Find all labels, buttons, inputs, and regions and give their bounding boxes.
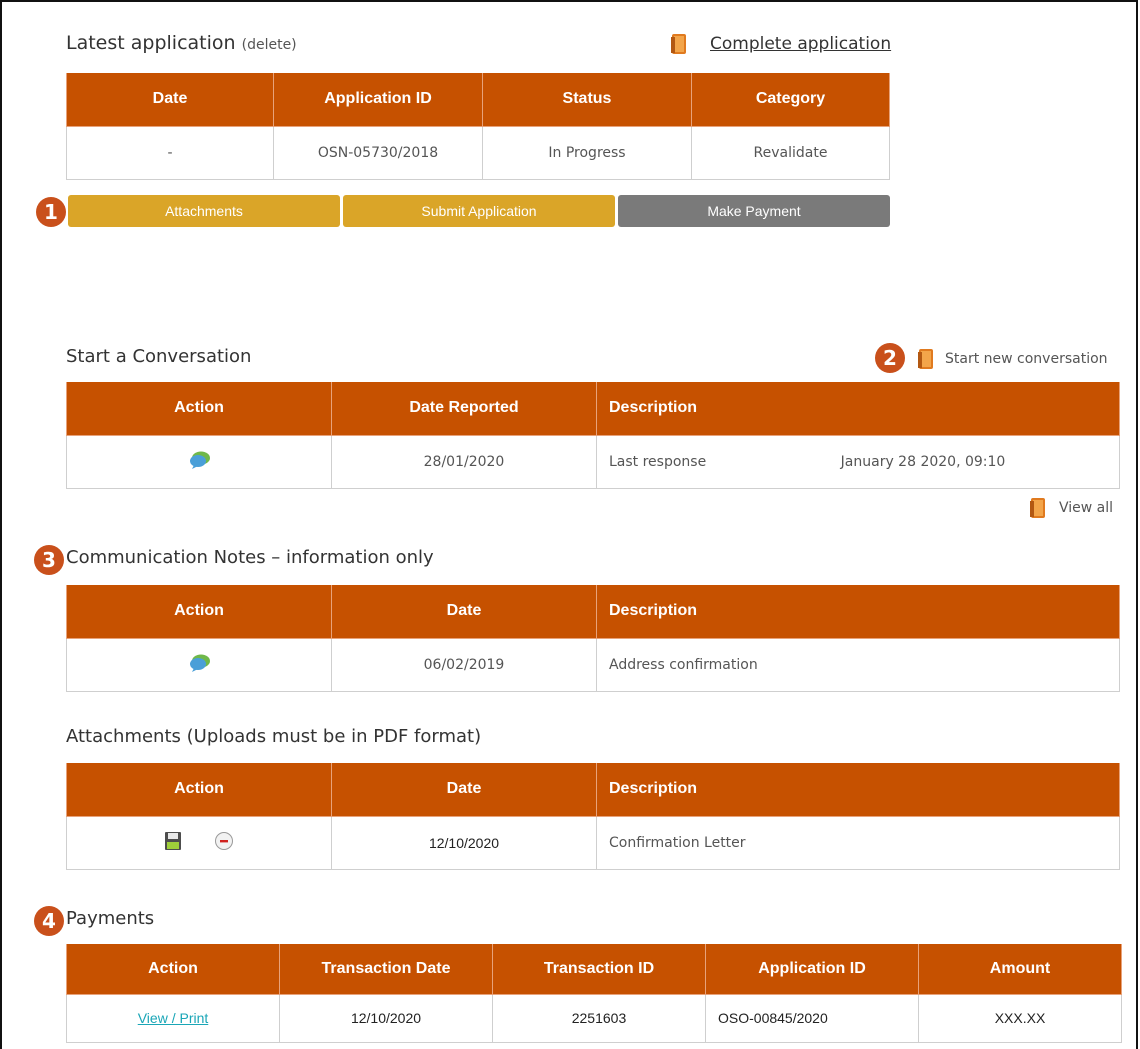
start-new-conversation-link[interactable]: Start new conversation	[945, 351, 1108, 367]
cell-application-id: OSO-00845/2020	[705, 993, 919, 1043]
cell-transaction-id: 2251603	[492, 993, 706, 1043]
cell-application-id: OSN-05730/2018	[273, 125, 483, 180]
table-row: View / Print 12/10/2020 2251603 OSO-0084…	[66, 993, 1122, 1043]
document-icon	[1029, 497, 1047, 519]
submit-application-button[interactable]: Submit Application	[343, 195, 615, 227]
complete-application-link[interactable]: Complete application	[710, 34, 891, 54]
header-date: Date	[66, 73, 274, 127]
cell-description: Last response January 28 2020, 09:10	[596, 434, 1120, 489]
cell-description: Address confirmation	[596, 637, 1120, 692]
header-application-id: Application ID	[273, 73, 483, 127]
action-cell: View / Print	[66, 993, 280, 1043]
conversation-title: Start a Conversation	[66, 346, 252, 367]
cell-date: -	[66, 125, 274, 180]
header-action: Action	[66, 944, 280, 995]
header-date: Date	[331, 763, 597, 817]
make-payment-button[interactable]: Make Payment	[618, 195, 890, 227]
remove-icon[interactable]	[214, 831, 234, 855]
header-application-id: Application ID	[705, 944, 919, 995]
document-icon	[670, 33, 688, 55]
start-conversation-link-group[interactable]: Start new conversation	[917, 348, 1108, 370]
view-all-link-group[interactable]: View all	[1029, 497, 1113, 519]
attachments-button[interactable]: Attachments	[68, 195, 340, 227]
communication-notes-table: Action Date Description 06/02/2019 Addre…	[66, 585, 1120, 692]
save-icon[interactable]	[164, 831, 182, 855]
cell-transaction-date: 12/10/2020	[279, 993, 493, 1043]
latest-application-table: Date Application ID Status Category - OS…	[66, 73, 890, 180]
complete-application-link-group[interactable]: Complete application	[670, 33, 891, 55]
action-cell	[66, 637, 332, 692]
action-cell	[66, 815, 332, 870]
table-row: 06/02/2019 Address confirmation	[66, 637, 1120, 692]
header-amount: Amount	[918, 944, 1122, 995]
header-status: Status	[482, 73, 692, 127]
header-description: Description	[596, 763, 1120, 817]
header-action: Action	[66, 382, 332, 436]
callout-badge-2: 2	[875, 343, 905, 373]
callout-badge-3: 3	[34, 545, 64, 575]
attachments-title: Attachments (Uploads must be in PDF form…	[66, 726, 482, 747]
cell-date-reported: 28/01/2020	[331, 434, 597, 489]
cell-date: 12/10/2020	[331, 815, 597, 870]
action-cell	[66, 434, 332, 489]
cell-category: Revalidate	[691, 125, 890, 180]
header-description: Description	[596, 585, 1120, 639]
latest-application-title: Latest application (delete)	[66, 32, 297, 54]
callout-badge-4: 4	[34, 906, 64, 936]
cell-description: Confirmation Letter	[596, 815, 1120, 870]
header-action: Action	[66, 585, 332, 639]
header-category: Category	[691, 73, 890, 127]
header-action: Action	[66, 763, 332, 817]
view-all-link[interactable]: View all	[1059, 500, 1113, 516]
callout-badge-1: 1	[36, 197, 66, 227]
chat-bubble-icon[interactable]	[189, 653, 210, 672]
cell-status: In Progress	[482, 125, 692, 180]
header-date-reported: Date Reported	[331, 382, 597, 436]
payments-table: Action Transaction Date Transaction ID A…	[66, 944, 1122, 1043]
chat-bubble-icon[interactable]	[189, 450, 210, 469]
latest-title-text: Latest application	[66, 32, 236, 54]
description-text: Last response	[609, 453, 707, 470]
last-response-time: January 28 2020, 09:10	[840, 453, 1006, 470]
table-row: 28/01/2020 Last response January 28 2020…	[66, 434, 1120, 489]
cell-date: 06/02/2019	[331, 637, 597, 692]
payments-title: Payments	[66, 908, 155, 929]
delete-link[interactable]: (delete)	[242, 37, 297, 53]
cell-amount: XXX.XX	[918, 993, 1122, 1043]
table-row: 12/10/2020 Confirmation Letter	[66, 815, 1120, 870]
header-transaction-id: Transaction ID	[492, 944, 706, 995]
communication-notes-title: Communication Notes – information only	[66, 547, 434, 568]
header-date: Date	[331, 585, 597, 639]
document-icon	[917, 348, 935, 370]
conversation-table: Action Date Reported Description 28/01/2…	[66, 382, 1120, 489]
table-row: - OSN-05730/2018 In Progress Revalidate	[66, 125, 890, 180]
header-transaction-date: Transaction Date	[279, 944, 493, 995]
attachments-table: Action Date Description 12/10/2020 Confi…	[66, 763, 1120, 870]
header-description: Description	[596, 382, 1120, 436]
view-print-link[interactable]: View / Print	[138, 1010, 209, 1026]
